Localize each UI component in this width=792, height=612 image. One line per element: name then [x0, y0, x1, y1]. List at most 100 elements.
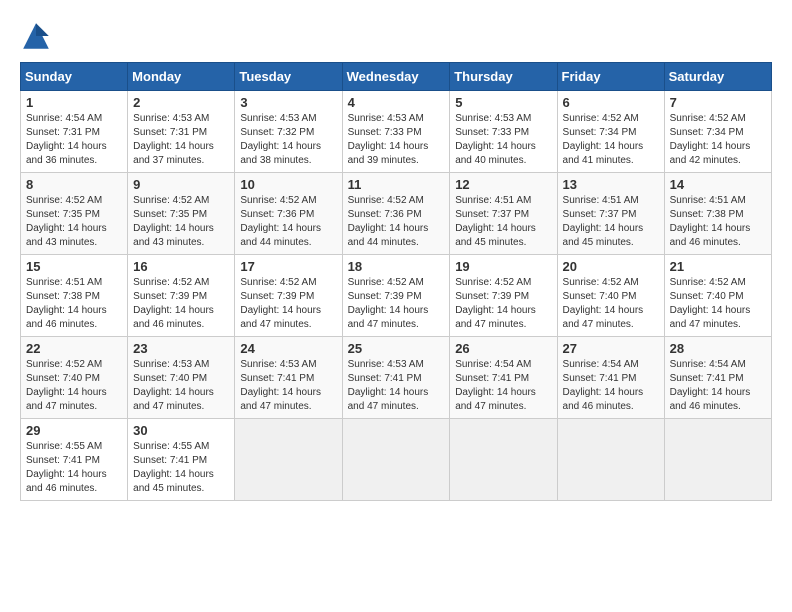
logo-icon	[20, 20, 52, 52]
calendar-cell: 23 Sunrise: 4:53 AMSunset: 7:40 PMDaylig…	[128, 337, 235, 419]
day-info: Sunrise: 4:52 AMSunset: 7:39 PMDaylight:…	[133, 276, 229, 332]
day-number: 23	[133, 341, 229, 356]
col-header-tuesday: Tuesday	[235, 63, 342, 91]
day-number: 7	[670, 95, 766, 110]
day-info: Sunrise: 4:52 AMSunset: 7:39 PMDaylight:…	[240, 276, 336, 332]
day-info: Sunrise: 4:53 AMSunset: 7:32 PMDaylight:…	[240, 112, 336, 168]
calendar-week-2: 8 Sunrise: 4:52 AMSunset: 7:35 PMDayligh…	[21, 173, 772, 255]
calendar-cell: 20 Sunrise: 4:52 AMSunset: 7:40 PMDaylig…	[557, 255, 664, 337]
calendar-cell	[664, 419, 771, 501]
calendar-cell: 28 Sunrise: 4:54 AMSunset: 7:41 PMDaylig…	[664, 337, 771, 419]
day-info: Sunrise: 4:54 AMSunset: 7:31 PMDaylight:…	[26, 112, 122, 168]
day-number: 10	[240, 177, 336, 192]
calendar-cell	[450, 419, 557, 501]
day-info: Sunrise: 4:55 AMSunset: 7:41 PMDaylight:…	[26, 440, 122, 496]
day-number: 24	[240, 341, 336, 356]
day-info: Sunrise: 4:54 AMSunset: 7:41 PMDaylight:…	[455, 358, 551, 414]
page-header	[20, 20, 772, 52]
calendar-header-row: SundayMondayTuesdayWednesdayThursdayFrid…	[21, 63, 772, 91]
calendar-cell: 8 Sunrise: 4:52 AMSunset: 7:35 PMDayligh…	[21, 173, 128, 255]
calendar-week-3: 15 Sunrise: 4:51 AMSunset: 7:38 PMDaylig…	[21, 255, 772, 337]
day-number: 8	[26, 177, 122, 192]
day-number: 17	[240, 259, 336, 274]
day-number: 22	[26, 341, 122, 356]
day-info: Sunrise: 4:51 AMSunset: 7:38 PMDaylight:…	[26, 276, 122, 332]
calendar-week-4: 22 Sunrise: 4:52 AMSunset: 7:40 PMDaylig…	[21, 337, 772, 419]
day-info: Sunrise: 4:52 AMSunset: 7:34 PMDaylight:…	[563, 112, 659, 168]
day-number: 25	[348, 341, 445, 356]
calendar-cell: 7 Sunrise: 4:52 AMSunset: 7:34 PMDayligh…	[664, 91, 771, 173]
day-info: Sunrise: 4:52 AMSunset: 7:35 PMDaylight:…	[26, 194, 122, 250]
day-info: Sunrise: 4:52 AMSunset: 7:35 PMDaylight:…	[133, 194, 229, 250]
day-info: Sunrise: 4:53 AMSunset: 7:31 PMDaylight:…	[133, 112, 229, 168]
calendar-cell: 25 Sunrise: 4:53 AMSunset: 7:41 PMDaylig…	[342, 337, 450, 419]
day-number: 27	[563, 341, 659, 356]
calendar-cell: 11 Sunrise: 4:52 AMSunset: 7:36 PMDaylig…	[342, 173, 450, 255]
col-header-saturday: Saturday	[664, 63, 771, 91]
calendar-cell: 24 Sunrise: 4:53 AMSunset: 7:41 PMDaylig…	[235, 337, 342, 419]
calendar-cell: 27 Sunrise: 4:54 AMSunset: 7:41 PMDaylig…	[557, 337, 664, 419]
day-info: Sunrise: 4:53 AMSunset: 7:41 PMDaylight:…	[348, 358, 445, 414]
calendar-cell: 26 Sunrise: 4:54 AMSunset: 7:41 PMDaylig…	[450, 337, 557, 419]
day-number: 14	[670, 177, 766, 192]
calendar-cell: 9 Sunrise: 4:52 AMSunset: 7:35 PMDayligh…	[128, 173, 235, 255]
calendar-cell: 3 Sunrise: 4:53 AMSunset: 7:32 PMDayligh…	[235, 91, 342, 173]
calendar-cell: 22 Sunrise: 4:52 AMSunset: 7:40 PMDaylig…	[21, 337, 128, 419]
day-number: 6	[563, 95, 659, 110]
day-number: 4	[348, 95, 445, 110]
calendar-cell: 6 Sunrise: 4:52 AMSunset: 7:34 PMDayligh…	[557, 91, 664, 173]
calendar-cell: 21 Sunrise: 4:52 AMSunset: 7:40 PMDaylig…	[664, 255, 771, 337]
day-info: Sunrise: 4:51 AMSunset: 7:38 PMDaylight:…	[670, 194, 766, 250]
calendar-cell: 17 Sunrise: 4:52 AMSunset: 7:39 PMDaylig…	[235, 255, 342, 337]
col-header-thursday: Thursday	[450, 63, 557, 91]
col-header-monday: Monday	[128, 63, 235, 91]
calendar-cell: 13 Sunrise: 4:51 AMSunset: 7:37 PMDaylig…	[557, 173, 664, 255]
day-info: Sunrise: 4:53 AMSunset: 7:33 PMDaylight:…	[348, 112, 445, 168]
calendar-cell: 4 Sunrise: 4:53 AMSunset: 7:33 PMDayligh…	[342, 91, 450, 173]
calendar-cell: 10 Sunrise: 4:52 AMSunset: 7:36 PMDaylig…	[235, 173, 342, 255]
day-info: Sunrise: 4:55 AMSunset: 7:41 PMDaylight:…	[133, 440, 229, 496]
day-number: 11	[348, 177, 445, 192]
calendar-cell: 19 Sunrise: 4:52 AMSunset: 7:39 PMDaylig…	[450, 255, 557, 337]
calendar-cell: 12 Sunrise: 4:51 AMSunset: 7:37 PMDaylig…	[450, 173, 557, 255]
day-info: Sunrise: 4:52 AMSunset: 7:36 PMDaylight:…	[240, 194, 336, 250]
day-number: 15	[26, 259, 122, 274]
day-info: Sunrise: 4:54 AMSunset: 7:41 PMDaylight:…	[670, 358, 766, 414]
day-number: 28	[670, 341, 766, 356]
day-number: 18	[348, 259, 445, 274]
calendar-cell: 30 Sunrise: 4:55 AMSunset: 7:41 PMDaylig…	[128, 419, 235, 501]
calendar: SundayMondayTuesdayWednesdayThursdayFrid…	[20, 62, 772, 501]
logo	[20, 20, 56, 52]
col-header-friday: Friday	[557, 63, 664, 91]
day-info: Sunrise: 4:53 AMSunset: 7:33 PMDaylight:…	[455, 112, 551, 168]
day-number: 13	[563, 177, 659, 192]
day-number: 19	[455, 259, 551, 274]
day-number: 9	[133, 177, 229, 192]
day-info: Sunrise: 4:52 AMSunset: 7:40 PMDaylight:…	[563, 276, 659, 332]
day-info: Sunrise: 4:52 AMSunset: 7:39 PMDaylight:…	[348, 276, 445, 332]
calendar-week-1: 1 Sunrise: 4:54 AMSunset: 7:31 PMDayligh…	[21, 91, 772, 173]
day-number: 26	[455, 341, 551, 356]
day-number: 21	[670, 259, 766, 274]
calendar-week-5: 29 Sunrise: 4:55 AMSunset: 7:41 PMDaylig…	[21, 419, 772, 501]
day-info: Sunrise: 4:54 AMSunset: 7:41 PMDaylight:…	[563, 358, 659, 414]
day-number: 30	[133, 423, 229, 438]
calendar-cell: 5 Sunrise: 4:53 AMSunset: 7:33 PMDayligh…	[450, 91, 557, 173]
calendar-cell: 14 Sunrise: 4:51 AMSunset: 7:38 PMDaylig…	[664, 173, 771, 255]
day-number: 3	[240, 95, 336, 110]
calendar-cell: 2 Sunrise: 4:53 AMSunset: 7:31 PMDayligh…	[128, 91, 235, 173]
day-info: Sunrise: 4:51 AMSunset: 7:37 PMDaylight:…	[455, 194, 551, 250]
calendar-cell	[342, 419, 450, 501]
day-number: 16	[133, 259, 229, 274]
day-number: 1	[26, 95, 122, 110]
calendar-cell: 16 Sunrise: 4:52 AMSunset: 7:39 PMDaylig…	[128, 255, 235, 337]
day-info: Sunrise: 4:53 AMSunset: 7:41 PMDaylight:…	[240, 358, 336, 414]
day-number: 29	[26, 423, 122, 438]
day-info: Sunrise: 4:52 AMSunset: 7:40 PMDaylight:…	[670, 276, 766, 332]
calendar-cell: 1 Sunrise: 4:54 AMSunset: 7:31 PMDayligh…	[21, 91, 128, 173]
day-info: Sunrise: 4:52 AMSunset: 7:39 PMDaylight:…	[455, 276, 551, 332]
day-number: 20	[563, 259, 659, 274]
day-number: 2	[133, 95, 229, 110]
calendar-cell	[557, 419, 664, 501]
col-header-sunday: Sunday	[21, 63, 128, 91]
